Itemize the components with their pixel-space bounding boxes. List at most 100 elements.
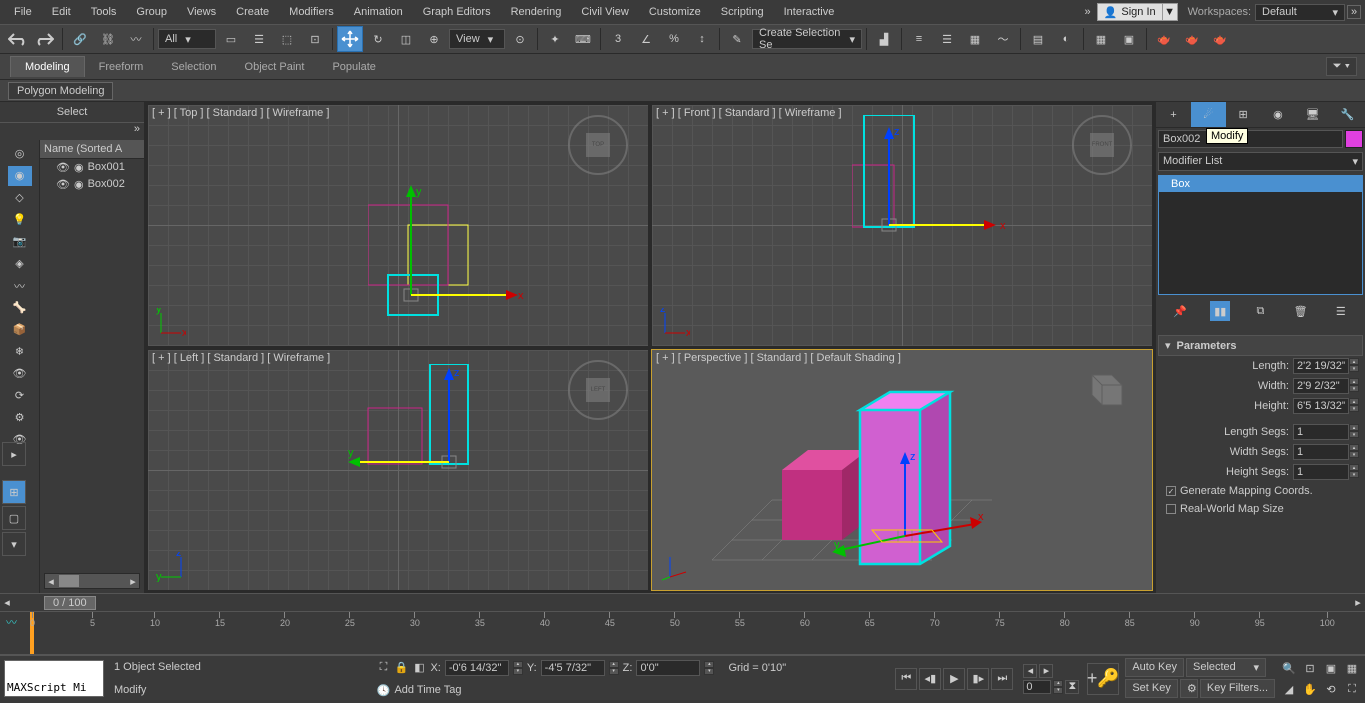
window-crossing-button[interactable]: ⊡: [302, 26, 328, 52]
adaptive-icon[interactable]: ◧: [412, 661, 426, 675]
se-display-shapes-icon[interactable]: ◇: [8, 188, 32, 208]
menu-modifiers[interactable]: Modifiers: [279, 3, 344, 21]
goto-start-button[interactable]: ⏮: [895, 668, 917, 690]
render-frame-button[interactable]: ▣: [1116, 26, 1142, 52]
keyboard-shortcut-button[interactable]: ⌨: [570, 26, 596, 52]
spinner-snap-button[interactable]: ↕: [689, 26, 715, 52]
spin-down[interactable]: ▾: [1349, 431, 1359, 438]
menu-scripting[interactable]: Scripting: [711, 3, 774, 21]
ref-coord-system[interactable]: View▾: [449, 29, 505, 49]
material-editor-button[interactable]: ◐: [1053, 26, 1079, 52]
menu-civil-view[interactable]: Civil View: [571, 3, 638, 21]
wsegs-input[interactable]: [1293, 444, 1349, 460]
setkey-button[interactable]: Set Key: [1125, 679, 1178, 698]
redo-button[interactable]: [32, 26, 58, 52]
timeline[interactable]: 0510152025303540455055606570758085909510…: [0, 611, 1365, 655]
gen-mapping-checkbox[interactable]: [1166, 486, 1176, 496]
viewport-front[interactable]: [ + ] [ Front ] [ Standard ] [ Wireframe…: [651, 104, 1153, 347]
maximize-viewport-button[interactable]: ⛶: [1342, 679, 1362, 699]
toggle-ribbon-button[interactable]: ▦: [962, 26, 988, 52]
viewport-label-top[interactable]: [ + ] [ Top ] [ Standard ] [ Wireframe ]: [152, 107, 329, 119]
viewport-perspective[interactable]: [ + ] [ Perspective ] [ Standard ] [ Def…: [651, 349, 1153, 592]
spin-up[interactable]: ▴: [1349, 398, 1359, 405]
object-name-input[interactable]: [1158, 130, 1343, 148]
mirror-button[interactable]: ▟: [871, 26, 897, 52]
pan-button[interactable]: ✋: [1300, 679, 1320, 699]
utilities-tab[interactable]: 🔧: [1330, 102, 1365, 127]
tab-selection[interactable]: Selection: [157, 57, 230, 77]
rotate-button[interactable]: ↻: [365, 26, 391, 52]
snap-toggle-button[interactable]: 3: [605, 26, 631, 52]
render-activeshade-button[interactable]: 🫖: [1207, 26, 1233, 52]
tab-modeling[interactable]: Modeling: [10, 56, 85, 77]
key-settings-button[interactable]: ⚙: [1180, 679, 1198, 698]
sign-in-button[interactable]: 👤 Sign In: [1097, 3, 1163, 21]
se-display-hidden-icon[interactable]: 👁: [8, 364, 32, 384]
spin-up[interactable]: ▴: [1349, 424, 1359, 431]
zoom-extents-all-button[interactable]: ▦: [1342, 658, 1362, 678]
pivot-center-button[interactable]: ⊙: [507, 26, 533, 52]
x-coord-input[interactable]: [445, 660, 509, 676]
spin-up[interactable]: ▴: [1349, 464, 1359, 471]
scale-button[interactable]: ◫: [393, 26, 419, 52]
spin-up[interactable]: ▴: [1053, 680, 1063, 687]
lock-icon[interactable]: 🔒: [394, 661, 408, 675]
create-tab[interactable]: +: [1156, 102, 1191, 127]
spin-down[interactable]: ▾: [704, 668, 714, 675]
workspace-select[interactable]: Default▾: [1255, 4, 1345, 21]
menu-edit[interactable]: Edit: [42, 3, 81, 21]
pin-stack-button[interactable]: 📌: [1170, 301, 1190, 321]
placement-button[interactable]: ⊕: [421, 26, 447, 52]
spin-down[interactable]: ▾: [1349, 365, 1359, 372]
viewcube-top[interactable]: TOP: [568, 115, 628, 175]
undo-button[interactable]: [4, 26, 30, 52]
spin-up[interactable]: ▴: [1349, 444, 1359, 451]
bind-spacewarp-button[interactable]: 〰: [123, 26, 149, 52]
se-display-bones-icon[interactable]: 🦴: [8, 298, 32, 318]
spin-up[interactable]: ▴: [1349, 378, 1359, 385]
menu-create[interactable]: Create: [226, 3, 279, 21]
spin-up[interactable]: ▴: [704, 661, 714, 668]
ribbon-collapse[interactable]: ⏷ ▾: [1326, 57, 1357, 76]
fov-button[interactable]: ◢: [1279, 679, 1299, 699]
play-button[interactable]: ▶: [943, 668, 965, 690]
se-display-cameras-icon[interactable]: 📷: [8, 232, 32, 252]
hierarchy-tab[interactable]: ⊞: [1226, 102, 1261, 127]
named-selection-set[interactable]: Create Selection Se▾: [752, 29, 862, 49]
viewport-label-left[interactable]: [ + ] [ Left ] [ Standard ] [ Wireframe …: [152, 352, 330, 364]
sign-in-dropdown[interactable]: ▼: [1162, 3, 1178, 21]
se-handle[interactable]: »: [0, 123, 144, 140]
se-display-frozen-icon[interactable]: ❄: [8, 342, 32, 362]
prev-key-button[interactable]: ◂: [1023, 664, 1037, 678]
render-iterate-button[interactable]: 🫖: [1179, 26, 1205, 52]
tab-object-paint[interactable]: Object Paint: [231, 57, 319, 77]
viewcube-left[interactable]: LEFT: [568, 360, 628, 420]
create-layout[interactable]: ▾: [2, 532, 26, 556]
menu-animation[interactable]: Animation: [344, 3, 413, 21]
se-sync-icon[interactable]: ⟳: [8, 386, 32, 406]
prev-frame-button[interactable]: ◂▮: [919, 668, 941, 690]
modifier-list-dropdown[interactable]: Modifier List▾: [1158, 152, 1363, 171]
layout-4view[interactable]: ⊞: [2, 480, 26, 504]
z-coord-input[interactable]: [636, 660, 700, 676]
spin-down[interactable]: ▾: [1349, 471, 1359, 478]
spin-down[interactable]: ▾: [609, 668, 619, 675]
zoom-extents-button[interactable]: ▣: [1321, 658, 1341, 678]
spin-down[interactable]: ▾: [513, 668, 523, 675]
spin-down[interactable]: ▾: [1349, 385, 1359, 392]
layout-single[interactable]: ▢: [2, 506, 26, 530]
layout-expand[interactable]: ▸: [2, 442, 26, 466]
length-input[interactable]: [1293, 358, 1349, 374]
viewport-label-front[interactable]: [ + ] [ Front ] [ Standard ] [ Wireframe…: [656, 107, 842, 119]
select-by-name-button[interactable]: ☰: [246, 26, 272, 52]
viewport-top[interactable]: [ + ] [ Top ] [ Standard ] [ Wireframe ]…: [147, 104, 649, 347]
hsegs-input[interactable]: [1293, 464, 1349, 480]
spin-down[interactable]: ▾: [1349, 451, 1359, 458]
menu-interactive[interactable]: Interactive: [774, 3, 845, 21]
orbit-button[interactable]: ⟲: [1321, 679, 1341, 699]
stack-item-box[interactable]: Box: [1159, 176, 1362, 192]
angle-snap-button[interactable]: ∠: [633, 26, 659, 52]
spin-down[interactable]: ▾: [1349, 405, 1359, 412]
select-object-button[interactable]: ▭: [218, 26, 244, 52]
workspace-arrow[interactable]: »: [1347, 5, 1361, 19]
